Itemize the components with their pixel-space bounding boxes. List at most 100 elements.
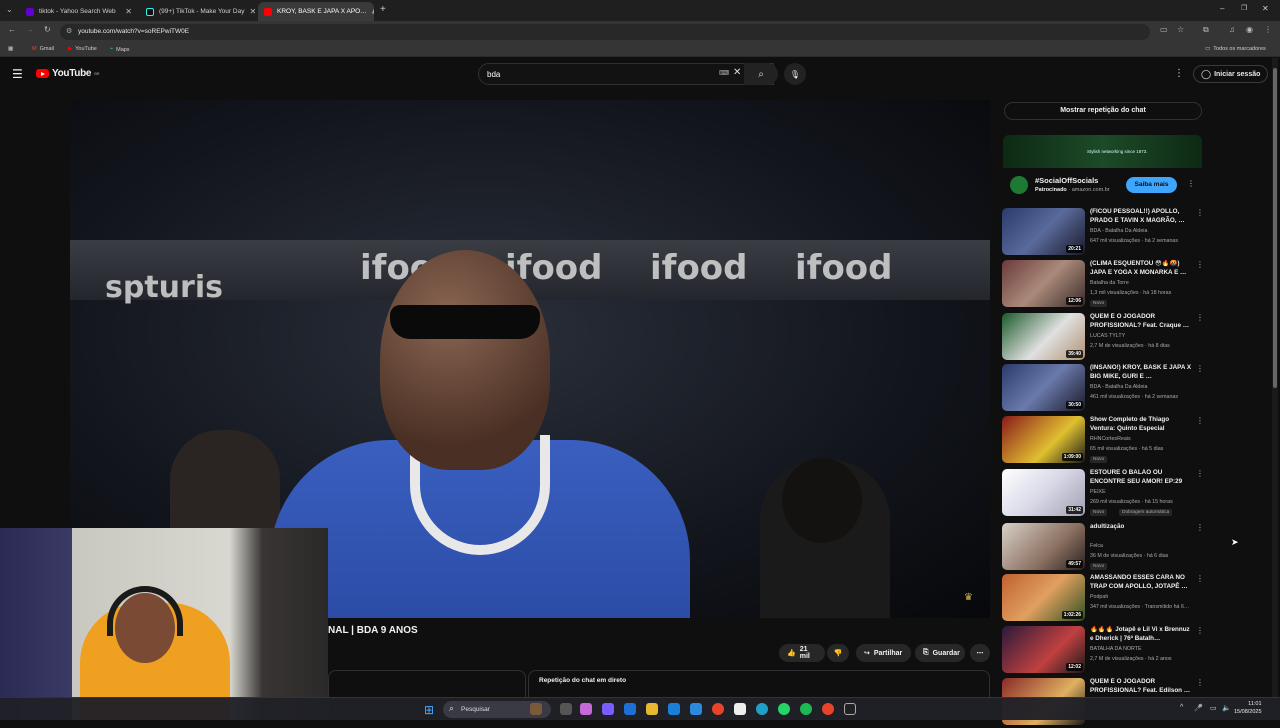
profile-icon[interactable]: ◉ bbox=[1246, 25, 1253, 34]
media-icon[interactable]: ♫ bbox=[1229, 25, 1235, 34]
tab-search-icon[interactable]: ⌄ bbox=[6, 5, 13, 14]
recommended-video[interactable]: 31:42 ESTOURE O BALÃO OU ENCONTRE SEU AMO… bbox=[1002, 469, 1204, 519]
maximize-button[interactable]: ❐ bbox=[1241, 4, 1247, 12]
scrollbar-thumb[interactable] bbox=[1273, 68, 1277, 388]
close-icon[interactable]: ✕ bbox=[125, 7, 132, 16]
video-thumbnail[interactable]: 39:40 bbox=[1002, 313, 1085, 360]
notepad-icon[interactable] bbox=[734, 703, 746, 715]
minimize-button[interactable]: – bbox=[1220, 4, 1224, 13]
video-title[interactable]: adultização bbox=[1090, 523, 1194, 532]
video-title[interactable]: 🔥🔥🔥 Jotapê e Lil Vi x Brennuz e Dherick … bbox=[1090, 626, 1194, 643]
video-thumbnail[interactable]: 1:09:00 bbox=[1002, 416, 1085, 463]
obs-icon[interactable] bbox=[844, 703, 856, 715]
video-title[interactable]: (INSANO!) KROY, BASK E JAPA X BIG MIKE, … bbox=[1090, 364, 1194, 381]
recommended-video[interactable]: 1:09:00 Show Completo de Thiago Ventura: … bbox=[1002, 416, 1204, 466]
more-dots-icon[interactable]: ⋮ bbox=[1187, 179, 1195, 188]
recommended-video[interactable]: 30:50 (INSANO!) KROY, BASK E JAPA X BIG M… bbox=[1002, 364, 1204, 414]
app-icon[interactable] bbox=[602, 703, 614, 715]
recommended-video[interactable]: 12:06 (CLIMA ESQUENTOU 😳🔥🤬) JAPA E YOGA X… bbox=[1002, 260, 1204, 310]
channel-name[interactable]: BDA - Batalha Da Aldeia bbox=[1090, 228, 1147, 234]
video-thumbnail[interactable]: 20:21 bbox=[1002, 208, 1085, 255]
video-title[interactable]: ESTOURE O BALÃO OU ENCONTRE SEU AMOR! EP… bbox=[1090, 469, 1194, 486]
extensions-icon[interactable]: ⧉ bbox=[1203, 25, 1209, 35]
recommended-video[interactable]: 1:02:26 AMASSANDO ESSES CARA NO TRAP COM … bbox=[1002, 574, 1204, 624]
volume-icon[interactable]: 🔈 bbox=[1222, 704, 1231, 712]
video-thumbnail[interactable]: 1:02:26 bbox=[1002, 574, 1085, 621]
more-dots-icon[interactable]: ⋮ bbox=[1196, 469, 1204, 478]
dislike-button[interactable]: 👎 bbox=[827, 644, 849, 662]
url-field[interactable]: ⚙ youtube.com/watch?v=soREPwiTW0E bbox=[60, 24, 1150, 40]
settings-dots-icon[interactable]: ⋮ bbox=[1174, 68, 1184, 79]
more-dots-icon[interactable]: ⋮ bbox=[1196, 678, 1204, 687]
tab-tiktok[interactable]: (99+) TikTok - Make Your Day ✕ bbox=[140, 2, 258, 21]
sign-in-button[interactable]: ◯ Iniciar sessão bbox=[1193, 65, 1269, 83]
youtube-logo[interactable]: YouTube BR bbox=[36, 68, 99, 79]
chrome-icon[interactable] bbox=[822, 703, 834, 715]
channel-watermark-icon[interactable]: ♛ bbox=[964, 592, 973, 603]
menu-dots-icon[interactable]: ⋮ bbox=[1264, 25, 1272, 34]
more-dots-icon[interactable]: ⋮ bbox=[1196, 523, 1204, 532]
new-tab-button[interactable]: + bbox=[380, 4, 386, 15]
bookmark-maps[interactable]: ⌖ Maps bbox=[110, 46, 130, 53]
windows-start-icon[interactable]: ⊞ bbox=[424, 703, 434, 717]
all-bookmarks[interactable]: ▭ Todos os marcadores bbox=[1205, 46, 1266, 52]
page-scrollbar[interactable] bbox=[1272, 58, 1278, 698]
share-button[interactable]: ↪ Partilhar bbox=[856, 644, 911, 662]
video-thumbnail[interactable]: 30:50 bbox=[1002, 364, 1085, 411]
search-input[interactable]: bda ⌨ ✕ bbox=[478, 63, 774, 85]
channel-name[interactable]: Podpah bbox=[1090, 594, 1108, 600]
copilot-icon[interactable] bbox=[580, 703, 592, 715]
sponsored-ad[interactable]: Stylish networking since 1873. #SocialOf… bbox=[1003, 135, 1202, 202]
speaker-icon[interactable]: 🔊 bbox=[372, 8, 374, 15]
video-title[interactable]: (FICOU PESSOAL!!) APOLLO, PRADO E TAVIN … bbox=[1090, 208, 1194, 225]
video-title[interactable]: (CLIMA ESQUENTOU 😳🔥🤬) JAPA E YOGA X MONA… bbox=[1090, 260, 1194, 277]
recommended-video[interactable]: 12:02 🔥🔥🔥 Jotapê e Lil Vi x Brennuz e Dhe… bbox=[1002, 626, 1204, 676]
show-chat-replay-button[interactable]: Mostrar repetição do chat bbox=[1004, 102, 1202, 120]
widget-icon[interactable] bbox=[530, 703, 542, 715]
video-title[interactable]: QUEM É O JOGADOR PROFISSIONAL? Feat. Cra… bbox=[1090, 313, 1194, 330]
whatsapp-icon[interactable] bbox=[778, 703, 790, 715]
save-button[interactable]: ⎘ Guardar bbox=[915, 644, 965, 662]
microphone-tray-icon[interactable]: 🎤 bbox=[1194, 704, 1203, 712]
channel-name[interactable]: PEIXE bbox=[1090, 489, 1106, 495]
channel-name[interactable]: Felca bbox=[1090, 543, 1103, 549]
more-dots-icon[interactable]: ⋮ bbox=[1196, 364, 1204, 373]
more-dots-icon[interactable]: ⋮ bbox=[1196, 313, 1204, 322]
apps-icon[interactable]: ▦ bbox=[8, 46, 13, 52]
video-title[interactable]: AMASSANDO ESSES CARA NO TRAP COM APOLLO,… bbox=[1090, 574, 1194, 591]
close-icon[interactable]: ✕ bbox=[249, 7, 256, 16]
outlook-icon[interactable] bbox=[668, 703, 680, 715]
app-icon[interactable] bbox=[624, 703, 636, 715]
store-icon[interactable] bbox=[690, 703, 702, 715]
search-button[interactable]: ⌕ bbox=[744, 63, 778, 85]
close-window-button[interactable]: ✕ bbox=[1262, 4, 1269, 13]
more-dots-icon[interactable]: ⋮ bbox=[1196, 260, 1204, 269]
video-title[interactable]: QUEM É O JOGADOR PROFISSIONAL? Feat. Edi… bbox=[1090, 678, 1194, 695]
tab-yahoo[interactable]: tiktok - Yahoo Search Web ✕ bbox=[20, 2, 138, 21]
channel-name[interactable]: RHNCortesReais bbox=[1090, 436, 1131, 442]
reload-icon[interactable]: ↻ bbox=[44, 25, 51, 34]
channel-name[interactable]: BATALHA DA NORTE bbox=[1090, 646, 1142, 652]
video-title[interactable]: Show Completo de Thiago Ventura: Quinto … bbox=[1090, 416, 1194, 433]
system-clock[interactable]: 11:01 15/08/2025 bbox=[1234, 700, 1262, 716]
more-dots-icon[interactable]: ⋮ bbox=[1196, 574, 1204, 583]
clear-search-icon[interactable]: ✕ bbox=[733, 67, 741, 78]
video-thumbnail[interactable]: 49:57 bbox=[1002, 523, 1085, 570]
video-thumbnail[interactable]: 12:02 bbox=[1002, 626, 1085, 673]
star-icon[interactable]: ☆ bbox=[1177, 25, 1184, 34]
more-dots-icon[interactable]: ⋮ bbox=[1196, 416, 1204, 425]
tab-youtube[interactable]: KROY, BASK E JAPA X APO… 🔊 ✕ bbox=[258, 2, 374, 21]
channel-name[interactable]: LUCAS TYLTY bbox=[1090, 333, 1125, 339]
bookmark-youtube[interactable]: ▶ YouTube bbox=[68, 46, 97, 52]
file-explorer-icon[interactable] bbox=[646, 703, 658, 715]
recommended-video[interactable]: 49:57 adultização Felca 36 M de visualizaçõ… bbox=[1002, 523, 1204, 573]
network-icon[interactable]: ▭ bbox=[1210, 704, 1217, 712]
more-dots-icon[interactable]: ⋮ bbox=[1196, 626, 1204, 635]
video-thumbnail[interactable]: 31:42 bbox=[1002, 469, 1085, 516]
hamburger-menu-icon[interactable]: ☰ bbox=[12, 67, 23, 81]
edge-icon[interactable] bbox=[756, 703, 768, 715]
like-button[interactable]: 👍 21 mil bbox=[779, 644, 825, 662]
task-view-icon[interactable] bbox=[560, 703, 572, 715]
video-thumbnail[interactable]: 12:06 bbox=[1002, 260, 1085, 307]
keyboard-icon[interactable]: ⌨ bbox=[719, 69, 729, 77]
